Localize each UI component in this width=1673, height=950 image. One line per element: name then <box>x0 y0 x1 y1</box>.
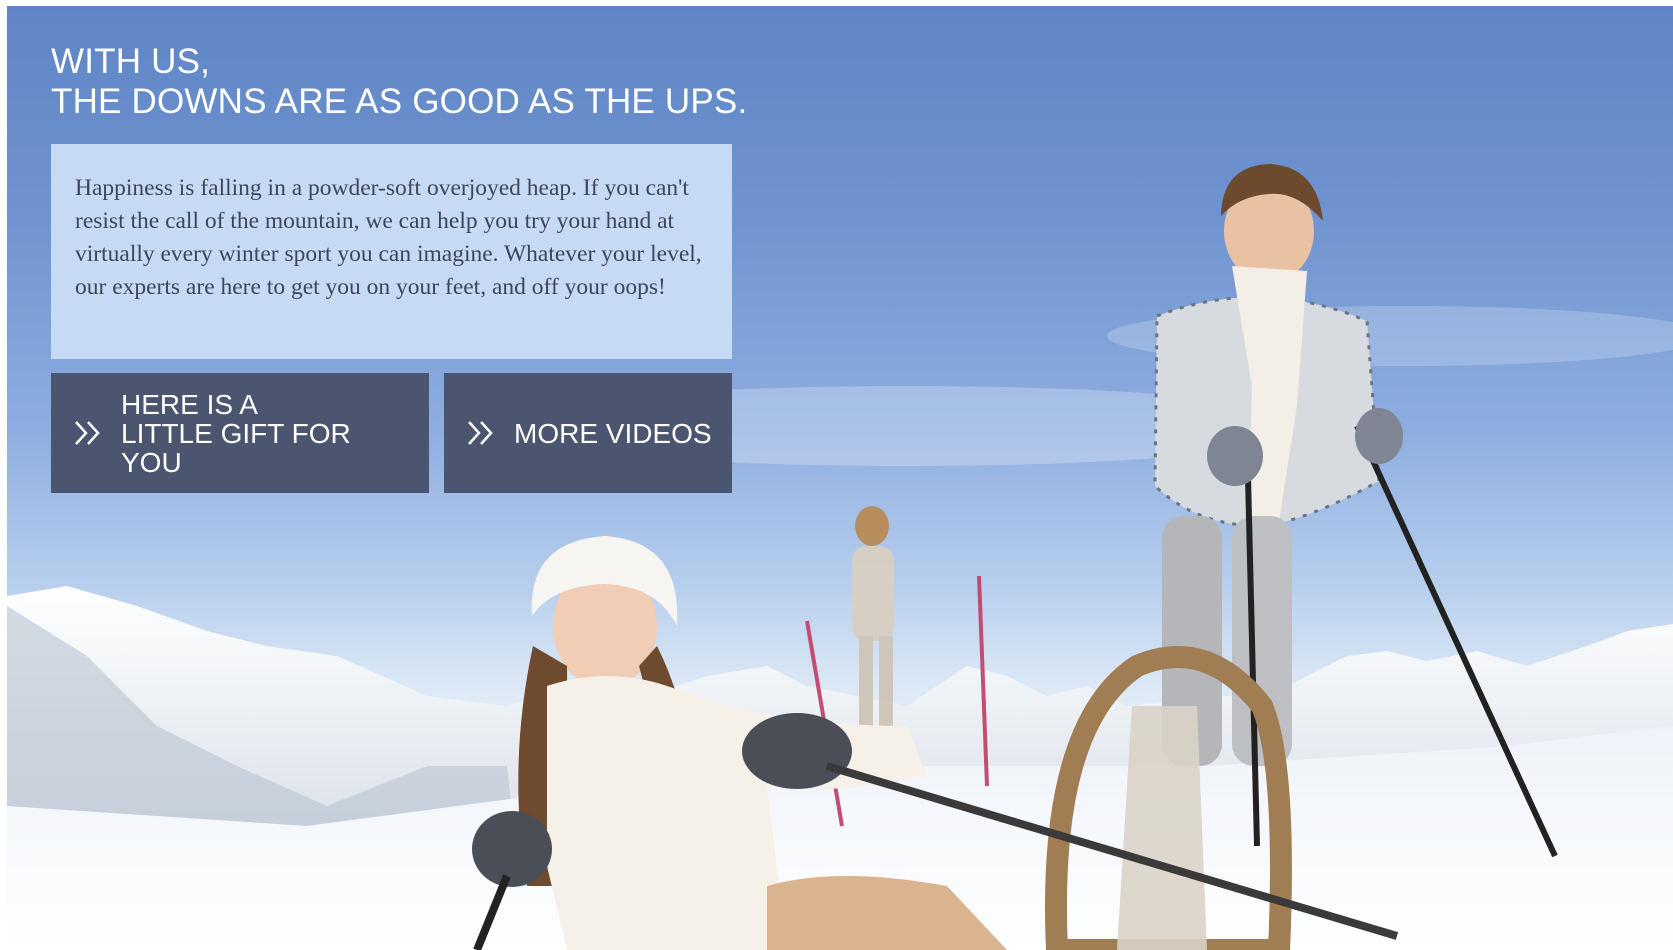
headline-line-2: THE DOWNS ARE AS GOOD AS THE UPS. <box>51 82 748 121</box>
hero-headline: WITH US, THE DOWNS ARE AS GOOD AS THE UP… <box>51 42 747 122</box>
more-videos-label: MORE VIDEOS <box>514 417 712 449</box>
double-chevron-right-icon <box>75 421 100 445</box>
gift-button-label: HERE IS A LITTLE GIFT FOR YOU <box>121 388 351 478</box>
headline-line-1: WITH US, <box>51 42 211 81</box>
more-videos-button[interactable]: MORE VIDEOS <box>444 373 732 493</box>
intro-text-box: Happiness is falling in a powder-soft ov… <box>51 144 732 359</box>
double-chevron-right-icon <box>468 421 493 445</box>
hero-banner: WITH US, THE DOWNS ARE AS GOOD AS THE UP… <box>7 6 1673 950</box>
gift-button[interactable]: HERE IS A LITTLE GIFT FOR YOU <box>51 373 429 493</box>
intro-paragraph: Happiness is falling in a powder-soft ov… <box>75 175 702 300</box>
